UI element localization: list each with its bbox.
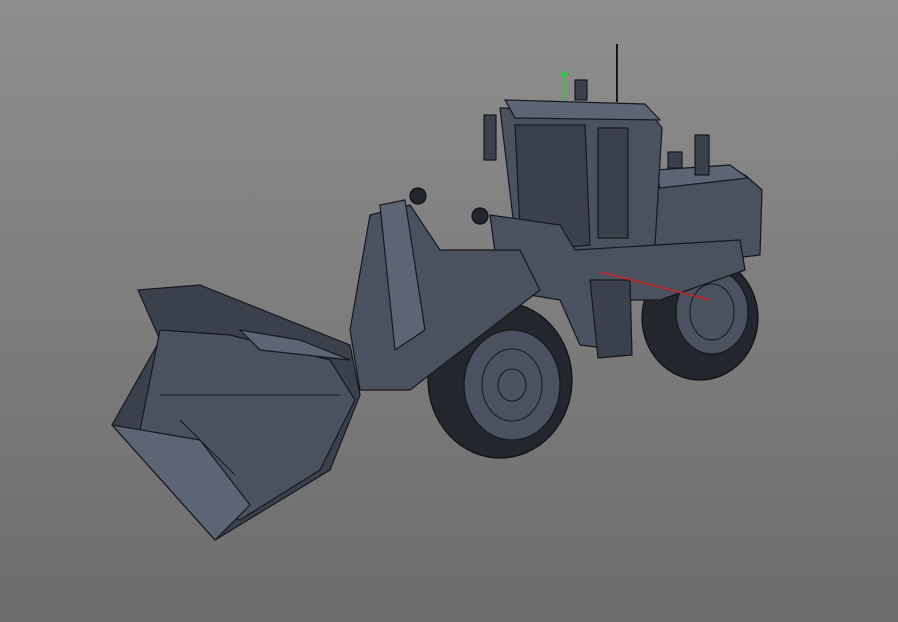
bucket — [111, 284, 361, 541]
3d-viewport[interactable] — [0, 0, 898, 622]
wheel-loader-model[interactable] — [0, 0, 898, 622]
